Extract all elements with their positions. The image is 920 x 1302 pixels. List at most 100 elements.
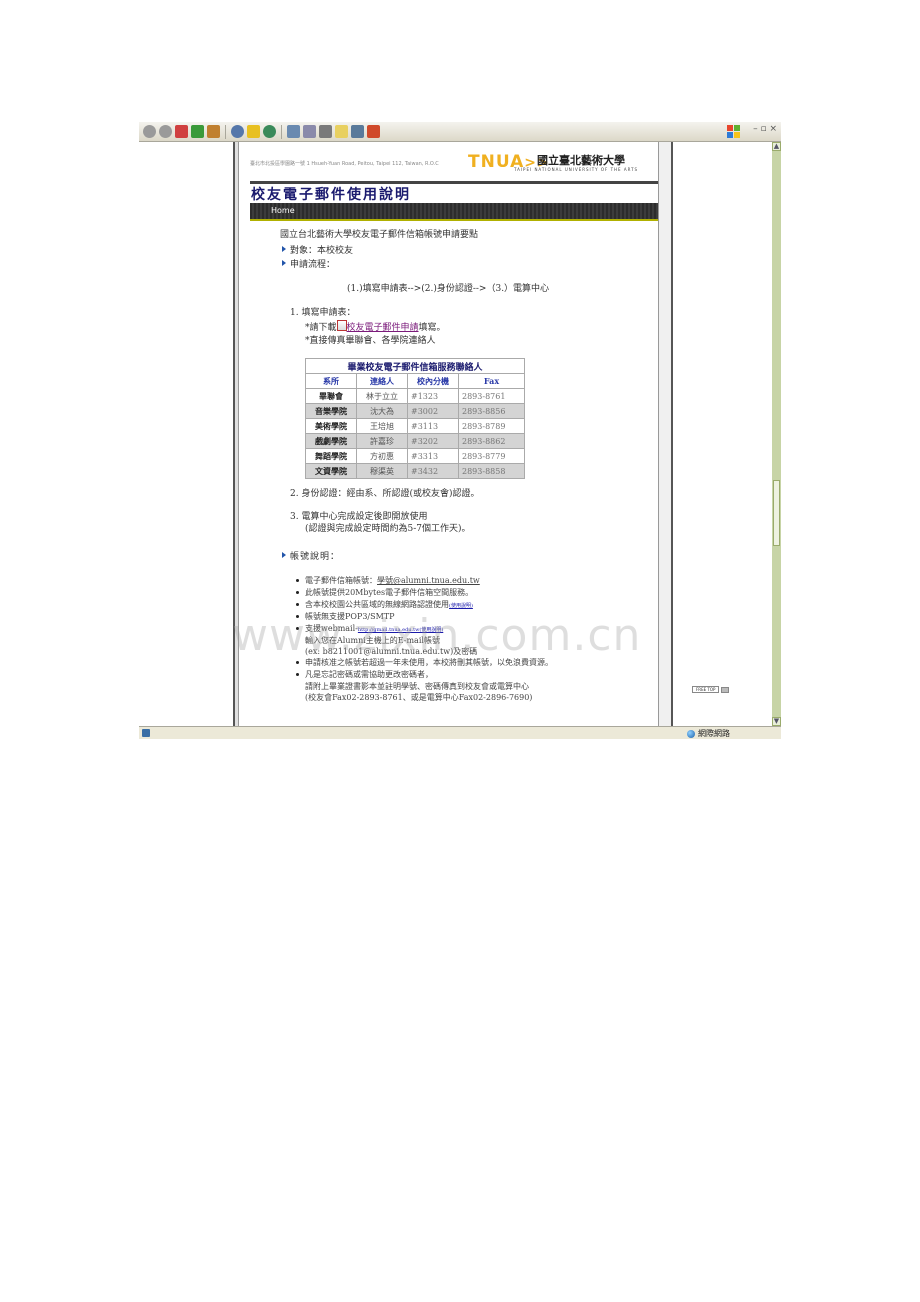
step1-line2: *直接傳真畢聯會、各學院連絡人: [305, 336, 436, 346]
cell-contact: 許嘉珍: [356, 433, 408, 449]
table-row: 文資學院 穆渠英 #3432 2893-8858: [305, 463, 525, 479]
toolbar-separator: [225, 124, 226, 139]
cell-department: 文資學院: [305, 463, 357, 479]
back-icon[interactable]: [143, 125, 156, 138]
search-icon[interactable]: [231, 125, 244, 138]
arrow-bullet-icon: [282, 246, 286, 252]
university-name: 國立臺北藝術大學: [537, 154, 625, 167]
step1-pre: *請下載: [305, 323, 337, 333]
cell-contact: 王培旭: [356, 418, 408, 434]
column-header: Fax: [458, 373, 525, 389]
watermark: www.zixin.com.cn: [232, 610, 642, 661]
list-item-continuation: 請附上畢業證書影本並註明學號、密碼傳真到校友會或電算中心: [293, 681, 553, 692]
cell-fax: 2893-8789: [458, 418, 525, 434]
step1-line1: *請下載 校友電子郵件申請填寫。: [305, 320, 446, 333]
account-label: 帳號說明：: [290, 552, 341, 562]
status-bar: 網際網路: [139, 726, 781, 739]
site-header: 臺北市北投區學園路一號 1 Hsueh-Yuan Road, Peitou, T…: [250, 148, 658, 180]
contact-table: 畢業校友電子郵件信箱服務聯絡人 系所 連絡人 校內分機 Fax 畢聯會 林于立立…: [305, 358, 525, 479]
table-caption-row: 畢業校友電子郵件信箱服務聯絡人: [305, 358, 525, 374]
free-top-badge[interactable]: FREE TOP: [692, 686, 730, 693]
cell-contact: 穆渠英: [356, 463, 408, 479]
item2-text: 此帳號提供20Mbytes電子郵件信箱空間服務。: [305, 588, 474, 597]
university-address: 臺北市北投區學園路一號 1 Hsueh-Yuan Road, Peitou, T…: [250, 161, 439, 167]
security-zone: 網際網路: [687, 728, 730, 739]
step2: 2. 身份認證：經由系、所認證(或校友會)認證。: [290, 489, 480, 499]
scroll-down-icon[interactable]: ▼: [772, 717, 781, 726]
account-section: 帳號說明：: [282, 549, 340, 562]
table-header-row: 系所 連絡人 校內分機 Fax: [305, 373, 525, 389]
cell-extension: #3202: [407, 433, 459, 449]
cell-fax: 2893-8761: [458, 388, 525, 404]
target-line: 對象：本校校友: [282, 243, 353, 256]
refresh-icon[interactable]: [191, 125, 204, 138]
arrow-bullet-icon: [282, 552, 286, 558]
application-form-link[interactable]: 校友電子郵件申請: [347, 323, 419, 333]
column-header: 連絡人: [356, 373, 408, 389]
cell-extension: #3432: [407, 463, 459, 479]
cell-fax: 2893-8858: [458, 463, 525, 479]
cell-contact: 林于立立: [356, 388, 408, 404]
list-item: 電子郵件信箱帳號：學號@alumni.tnua.edu.tw: [293, 575, 553, 587]
windows-logo-icon: [727, 124, 741, 138]
cell-department: 舞蹈學院: [305, 448, 357, 464]
forward-icon[interactable]: [159, 125, 172, 138]
favorites-icon[interactable]: [247, 125, 260, 138]
item3-text: 含本校校園公共區域的無線網路認證使用: [305, 600, 449, 609]
office-icon[interactable]: [367, 125, 380, 138]
item7-line1: 凡是忘記密碼或需協助更改密碼者，: [305, 670, 433, 679]
university-name-en: TAIPEI NATIONAL UNIVERSITY OF THE ARTS: [514, 167, 639, 172]
edit-icon[interactable]: [335, 125, 348, 138]
stop-icon[interactable]: [175, 125, 188, 138]
list-item: 此帳號提供20Mbytes電子郵件信箱空間服務。: [293, 587, 553, 599]
item7-line3: (校友會Fax02-2893-8761、或是電算中心Fax02-2896-769…: [305, 693, 533, 702]
cell-department: 美術學院: [305, 418, 357, 434]
table-row: 美術學院 王培旭 #3113 2893-8789: [305, 418, 525, 434]
cell-department: 畢聯會: [305, 388, 357, 404]
media-icon[interactable]: [263, 125, 276, 138]
table-row: 舞蹈學院 方初惠 #3313 2893-8779: [305, 448, 525, 464]
cell-extension: #1323: [407, 388, 459, 404]
step3-line2: (認證與完成設定時間約為5-7個工作天)。: [305, 524, 471, 534]
free-top-button[interactable]: FREE TOP: [692, 686, 720, 693]
counter-icon: [721, 686, 730, 693]
toolbar-separator: [281, 124, 282, 139]
cell-fax: 2893-8862: [458, 433, 525, 449]
nav-bar: Home: [250, 203, 658, 221]
cell-department: 戲劇學院: [305, 433, 357, 449]
history-icon[interactable]: [287, 125, 300, 138]
wireless-help-link[interactable]: (使用說明): [449, 603, 473, 609]
process-label: 申請流程：: [290, 260, 336, 270]
table-row: 戲劇學院 許嘉珍 #3202 2893-8862: [305, 433, 525, 449]
table-row: 畢聯會 林于立立 #1323 2893-8761: [305, 388, 525, 404]
table-caption: 畢業校友電子郵件信箱服務聯絡人: [305, 358, 525, 374]
step1-label: 1. 填寫申請表：: [290, 308, 356, 318]
cell-contact: 方初惠: [356, 448, 408, 464]
page-title: 校友電子郵件使用說明: [251, 187, 411, 203]
cell-department: 音樂學院: [305, 403, 357, 419]
cell-extension: #3113: [407, 418, 459, 434]
cell-extension: #3313: [407, 448, 459, 464]
cell-fax: 2893-8856: [458, 403, 525, 419]
window-controls[interactable]: – ▫ ×: [753, 124, 777, 134]
scroll-thumb[interactable]: [773, 480, 780, 546]
cell-fax: 2893-8779: [458, 448, 525, 464]
list-item: 凡是忘記密碼或需協助更改密碼者，: [293, 669, 553, 681]
messenger-icon[interactable]: [351, 125, 364, 138]
vertical-scrollbar[interactable]: ▲ ▼: [772, 142, 781, 726]
list-item-continuation: (校友會Fax02-2893-8761、或是電算中心Fax02-2896-769…: [293, 692, 553, 703]
item1-label: 電子郵件信箱帳號：: [305, 576, 377, 585]
scroll-up-icon[interactable]: ▲: [772, 142, 781, 151]
content-heading: 國立台北藝術大學校友電子郵件信箱帳號申請要點: [280, 230, 479, 240]
nav-home-link[interactable]: Home: [271, 206, 295, 215]
print-icon[interactable]: [319, 125, 332, 138]
cell-extension: #3002: [407, 403, 459, 419]
column-header: 校內分機: [407, 373, 459, 389]
home-icon[interactable]: [207, 125, 220, 138]
process-line: 申請流程：: [282, 257, 335, 270]
frame-right-border: [658, 142, 673, 726]
process-steps: (1.)填寫申請表-->(2.)身份認證-->（3.）電算中心: [347, 284, 550, 294]
email-format: 學號@alumni.tnua.edu.tw: [377, 576, 480, 585]
column-header: 系所: [305, 373, 357, 389]
mail-icon[interactable]: [303, 125, 316, 138]
